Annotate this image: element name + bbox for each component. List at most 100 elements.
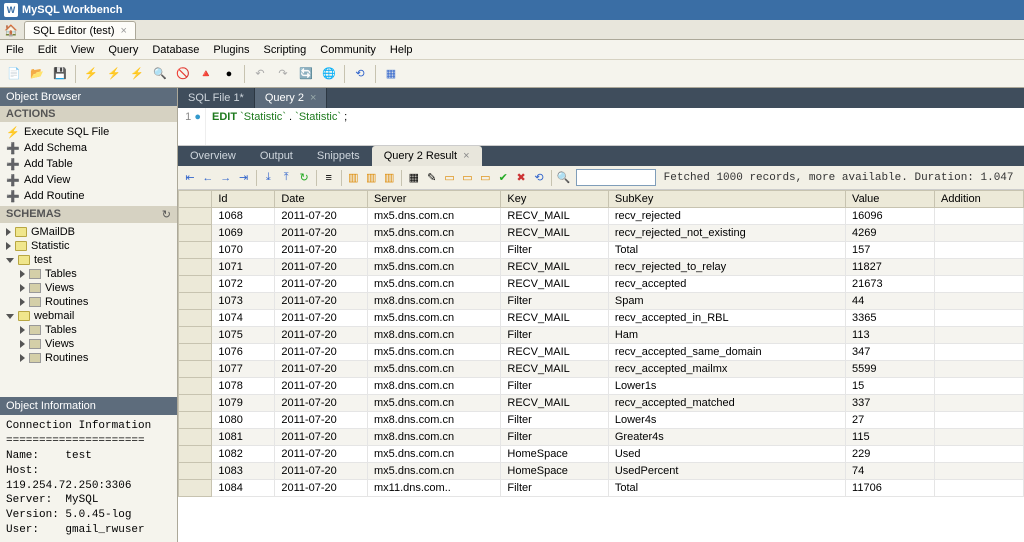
collapse-icon[interactable] [6,258,14,263]
cell[interactable]: 2011-07-20 [275,310,368,327]
cell[interactable]: Filter [501,327,608,344]
cell[interactable]: Filter [501,378,608,395]
schema-gmaildb[interactable]: GMailDB [0,225,177,239]
cell[interactable]: Filter [501,412,608,429]
table-row[interactable]: 10702011-07-20mx8.dns.com.cnFilterTotal1… [179,242,1024,259]
menu-scripting[interactable]: Scripting [264,44,307,56]
toggle-sidebar-icon[interactable]: ▦ [381,64,401,84]
menu-plugins[interactable]: Plugins [213,44,249,56]
cell[interactable]: Filter [501,242,608,259]
schema-test[interactable]: test [0,253,177,267]
tab-snippets[interactable]: Snippets [305,146,372,166]
cell[interactable]: mx11.dns.com.. [367,480,500,497]
column-header[interactable]: Key [501,191,608,208]
first-row-icon[interactable]: ⇤ [182,169,198,187]
cell[interactable]: mx5.dns.com.cn [367,276,500,293]
menu-help[interactable]: Help [390,44,413,56]
schema-test-views[interactable]: Views [0,281,177,295]
cell[interactable]: 2011-07-20 [275,242,368,259]
schema-webmail-routines[interactable]: Routines [0,351,177,365]
copy-row-icon[interactable]: ▭ [442,169,458,187]
cell[interactable]: 2011-07-20 [275,480,368,497]
toggle-wrap-icon[interactable]: ≡ [321,169,337,187]
redo-icon[interactable]: ↷ [273,64,293,84]
table-row[interactable]: 10692011-07-20mx5.dns.com.cnRECV_MAILrec… [179,225,1024,242]
cell[interactable]: Total [608,480,845,497]
expand-icon[interactable] [20,270,25,278]
open-icon[interactable]: 📂 [27,64,47,84]
table-row[interactable]: 10822011-07-20mx5.dns.com.cnHomeSpaceUse… [179,446,1024,463]
cell[interactable]: 2011-07-20 [275,259,368,276]
cell[interactable]: 347 [846,344,935,361]
column-header[interactable]: Date [275,191,368,208]
cell[interactable]: 2011-07-20 [275,361,368,378]
menu-community[interactable]: Community [320,44,376,56]
sql-tab-query2[interactable]: Query 2× [255,88,328,108]
refresh2-icon[interactable]: ⟲ [531,169,547,187]
sql-code[interactable]: EDIT `Statistic` . `Statistic` ; [206,108,353,145]
table-row[interactable]: 10782011-07-20mx8.dns.com.cnFilterLower1… [179,378,1024,395]
commit-grid-icon[interactable]: ✔ [495,169,511,187]
cell[interactable]: Used [608,446,845,463]
cell[interactable]: 2011-07-20 [275,276,368,293]
cell[interactable]: mx5.dns.com.cn [367,344,500,361]
cell[interactable]: 2011-07-20 [275,378,368,395]
cell[interactable]: 44 [846,293,935,310]
cell[interactable]: 1072 [212,276,275,293]
cell[interactable]: 2011-07-20 [275,429,368,446]
schema-statistic[interactable]: Statistic [0,239,177,253]
cell[interactable] [934,276,1023,293]
cell[interactable]: HomeSpace [501,446,608,463]
expand-icon[interactable] [20,354,25,362]
cell[interactable]: 1078 [212,378,275,395]
cell[interactable]: 27 [846,412,935,429]
cell[interactable]: RECV_MAIL [501,344,608,361]
cell[interactable]: Lower1s [608,378,845,395]
save-icon[interactable]: 💾 [50,64,70,84]
expand-icon[interactable] [6,242,11,250]
home-tab[interactable]: 🏠 [0,21,22,39]
cell[interactable]: 15 [846,378,935,395]
close-icon[interactable]: × [310,92,316,104]
close-icon[interactable]: × [121,25,127,37]
cell[interactable]: RECV_MAIL [501,361,608,378]
column-header[interactable]: Id [212,191,275,208]
expand-icon[interactable] [20,298,25,306]
cell[interactable]: 74 [846,463,935,480]
cell[interactable]: 2011-07-20 [275,463,368,480]
cell[interactable]: Total [608,242,845,259]
cell[interactable]: mx5.dns.com.cn [367,310,500,327]
cell[interactable]: mx8.dns.com.cn [367,412,500,429]
column-header[interactable]: Server [367,191,500,208]
cell[interactable]: recv_rejected [608,208,845,225]
cell[interactable] [934,429,1023,446]
cell[interactable]: 2011-07-20 [275,293,368,310]
edit-icon[interactable]: ✎ [424,169,440,187]
connection-tab[interactable]: SQL Editor (test) × [24,21,136,39]
cell[interactable]: mx5.dns.com.cn [367,225,500,242]
execute-icon[interactable]: ⚡ [81,64,101,84]
table-row[interactable]: 10832011-07-20mx5.dns.com.cnHomeSpaceUse… [179,463,1024,480]
table-row[interactable]: 10752011-07-20mx8.dns.com.cnFilterHam113 [179,327,1024,344]
table-row[interactable]: 10792011-07-20mx5.dns.com.cnRECV_MAILrec… [179,395,1024,412]
revert-icon[interactable]: ⤒ [278,169,294,187]
cell[interactable]: 337 [846,395,935,412]
cell[interactable]: 2011-07-20 [275,327,368,344]
last-row-icon[interactable]: ⇥ [236,169,252,187]
menu-database[interactable]: Database [152,44,199,56]
explain-icon[interactable]: ⚡ [127,64,147,84]
stop-icon[interactable]: 🔍 [150,64,170,84]
commit-icon[interactable]: 🚫 [173,64,193,84]
cell[interactable] [934,446,1023,463]
cell[interactable]: RECV_MAIL [501,310,608,327]
column-header[interactable]: Addition [934,191,1023,208]
column-header[interactable]: SubKey [608,191,845,208]
execute-current-icon[interactable]: ⚡ [104,64,124,84]
schema-webmail-views[interactable]: Views [0,337,177,351]
cell[interactable]: recv_accepted_mailmx [608,361,845,378]
cell[interactable]: RECV_MAIL [501,259,608,276]
refresh-schemas-icon[interactable]: ↻ [162,208,171,221]
cell[interactable]: 21673 [846,276,935,293]
cell[interactable]: 1075 [212,327,275,344]
cell[interactable]: mx8.dns.com.cn [367,293,500,310]
